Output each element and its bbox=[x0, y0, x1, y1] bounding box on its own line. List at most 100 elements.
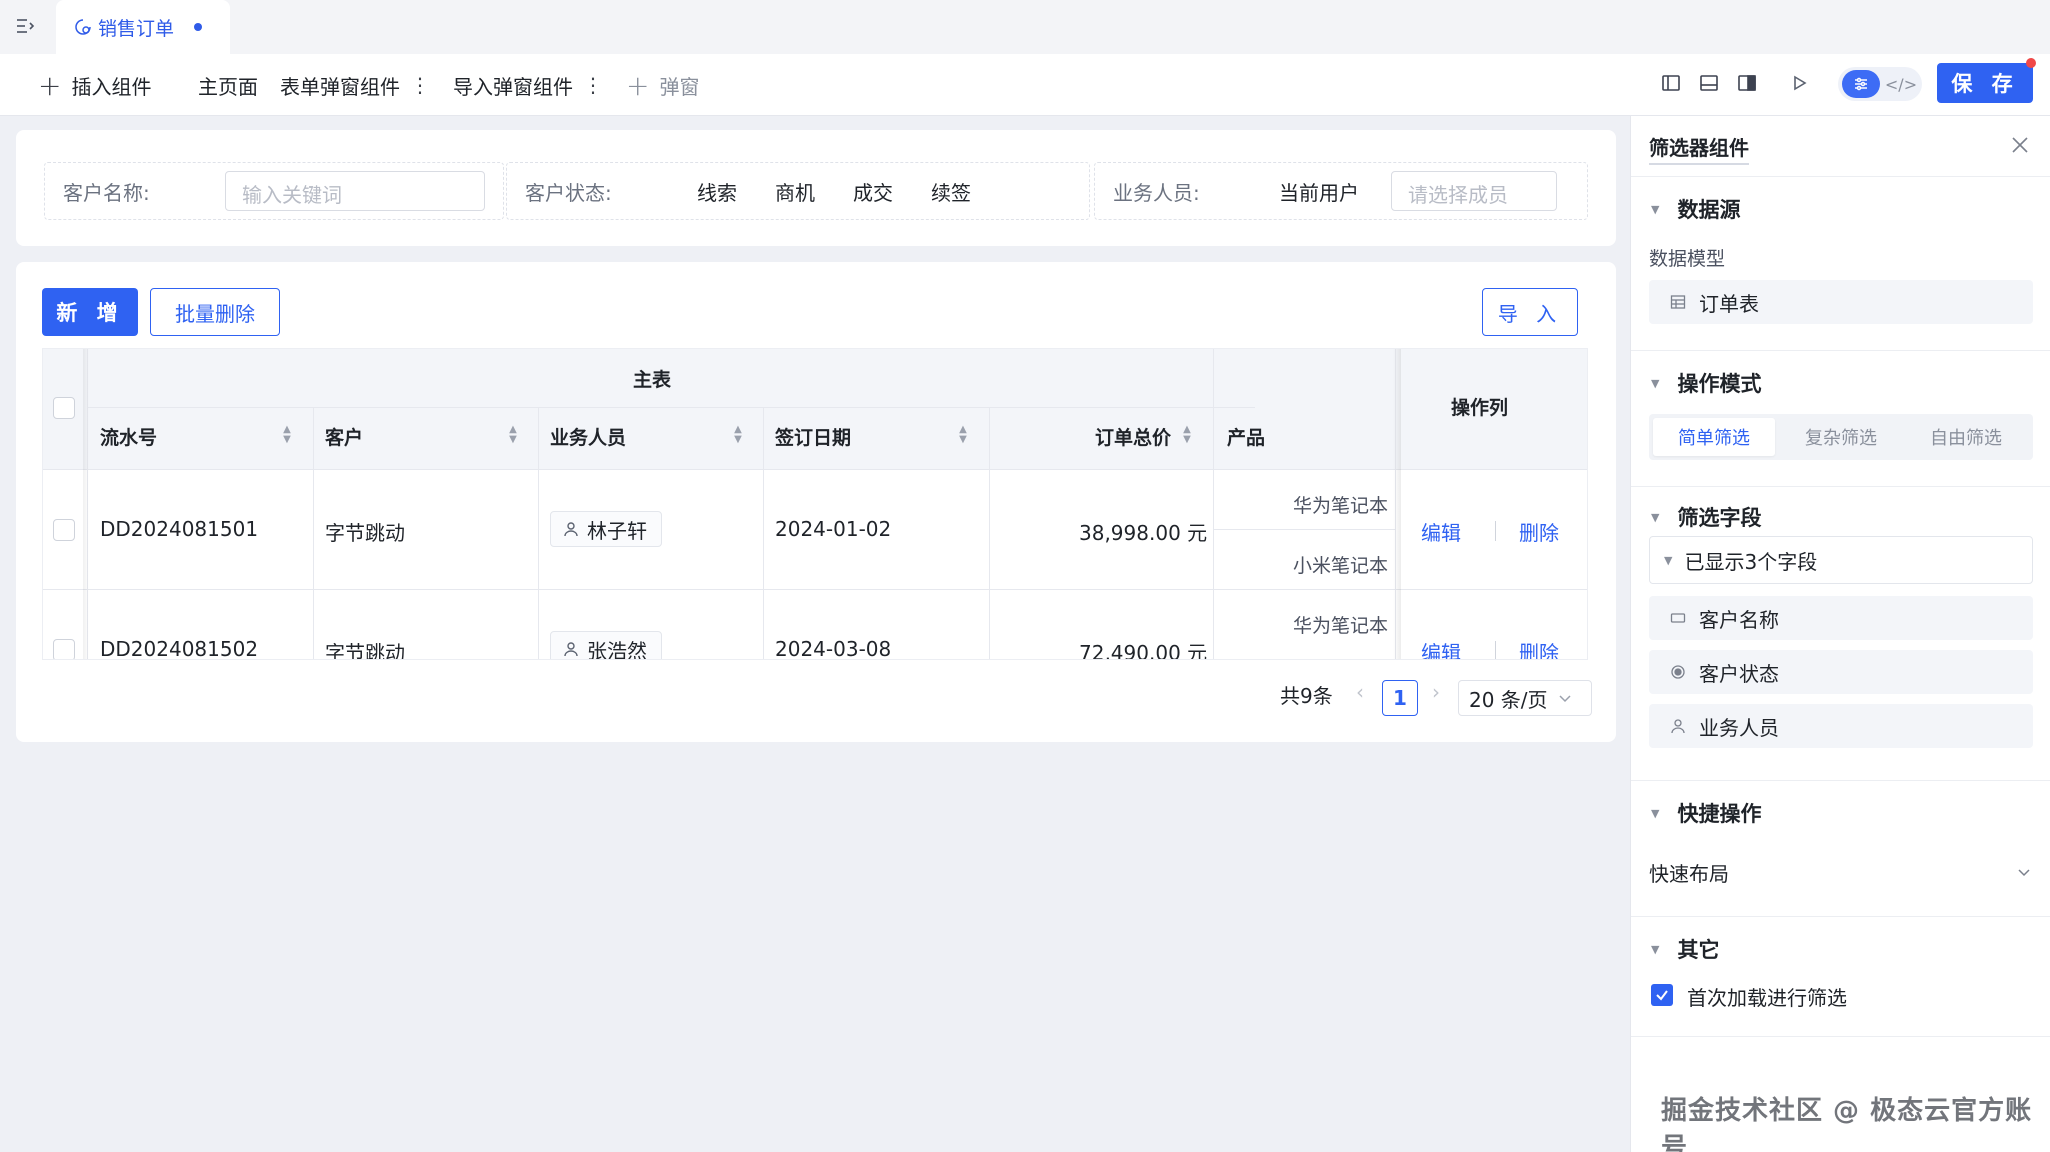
sort-icon[interactable]: ▲ ▼ bbox=[957, 425, 969, 447]
field-item-label: 业务人员 bbox=[1699, 715, 1779, 740]
next-page-icon[interactable]: › bbox=[1432, 680, 1440, 704]
settings-view-icon[interactable] bbox=[1842, 70, 1880, 98]
form-popup-tab[interactable]: 表单弹窗组件 ⋮ bbox=[280, 68, 430, 102]
edit-link[interactable]: 编辑 bbox=[1421, 517, 1461, 546]
data-model-value: 订单表 bbox=[1699, 291, 1759, 316]
add-button[interactable]: 新 增 bbox=[42, 288, 138, 336]
field-item[interactable]: 业务人员 bbox=[1649, 704, 2033, 748]
fields-summary[interactable]: ▼ 已显示3个字段 bbox=[1649, 536, 2033, 584]
cell-serial: DD2024081502 bbox=[100, 637, 259, 660]
properties-panel: 筛选器组件 ▼ 数据源 数据模型 订单表 ▼ 操作模式 简单筛选 复杂筛选 自由… bbox=[1630, 116, 2050, 1152]
section-label: 数据源 bbox=[1677, 198, 1741, 222]
first-load-label[interactable]: 首次加载进行筛选 bbox=[1687, 982, 1847, 1011]
mode-free[interactable]: 自由筛选 bbox=[1905, 418, 2027, 456]
layout-bottom-icon[interactable] bbox=[1696, 70, 1722, 96]
section-label: 操作模式 bbox=[1677, 372, 1762, 396]
section-label: 筛选字段 bbox=[1677, 506, 1762, 530]
radio-icon bbox=[1669, 663, 1687, 681]
first-load-checkbox[interactable] bbox=[1651, 984, 1673, 1006]
row-checkbox[interactable] bbox=[53, 519, 75, 541]
menu-collapse-icon[interactable] bbox=[14, 14, 38, 38]
field-item[interactable]: 客户名称 bbox=[1649, 596, 2033, 640]
close-icon[interactable] bbox=[2009, 134, 2031, 156]
sort-icon[interactable]: ▲ ▼ bbox=[507, 425, 519, 447]
play-icon[interactable] bbox=[1786, 70, 1812, 96]
check-icon bbox=[1656, 990, 1668, 1001]
total-count: 共9条 bbox=[1280, 684, 1333, 708]
quick-layout-label[interactable]: 快速布局 bbox=[1649, 858, 1729, 887]
section-datasource[interactable]: ▼ 数据源 bbox=[1651, 194, 1740, 224]
col-divider bbox=[989, 407, 990, 659]
tab-bar bbox=[0, 0, 2050, 54]
batch-delete-button[interactable]: 批量删除 bbox=[150, 288, 280, 336]
chevron-down-icon bbox=[1559, 695, 1571, 703]
main-page-tab[interactable]: 主页面 bbox=[198, 68, 258, 102]
divider bbox=[1631, 1036, 2050, 1037]
more-vertical-icon[interactable]: ⋮ bbox=[583, 73, 603, 97]
col-customer[interactable]: 客户 bbox=[325, 423, 363, 450]
divider bbox=[1631, 486, 2050, 487]
delete-link[interactable]: 删除 bbox=[1519, 517, 1559, 546]
cell-product: 华为笔记本 bbox=[1293, 615, 1389, 637]
mode-complex[interactable]: 复杂筛选 bbox=[1780, 418, 1902, 456]
select-all-checkbox[interactable] bbox=[53, 397, 75, 419]
fixed-column-shadow bbox=[83, 349, 89, 659]
status-option[interactable]: 商机 bbox=[775, 177, 815, 206]
prev-page-icon[interactable]: ‹ bbox=[1356, 680, 1364, 704]
edit-link[interactable]: 编辑 bbox=[1421, 637, 1461, 659]
caret-down-icon: ▼ bbox=[1651, 376, 1660, 390]
insert-component-button[interactable]: + 插入组件 bbox=[38, 68, 151, 102]
section-fields[interactable]: ▼ 筛选字段 bbox=[1651, 502, 1761, 532]
member-select[interactable]: 请选择成员 bbox=[1391, 171, 1557, 211]
header-divider bbox=[87, 407, 1255, 408]
layout-left-icon[interactable] bbox=[1658, 70, 1684, 96]
filter-customer-name: 客户名称: 输入关键词 bbox=[44, 162, 504, 220]
import-popup-tab[interactable]: 导入弹窗组件 ⋮ bbox=[453, 68, 603, 102]
mode-simple[interactable]: 简单筛选 bbox=[1653, 418, 1775, 456]
import-button[interactable]: 导 入 bbox=[1482, 288, 1578, 336]
cell-customer: 字节跳动 bbox=[325, 641, 405, 660]
more-vertical-icon[interactable]: ⋮ bbox=[410, 73, 430, 97]
layout-right-icon[interactable] bbox=[1734, 70, 1760, 96]
field-item[interactable]: 客户状态 bbox=[1649, 650, 2033, 694]
page-size-select[interactable]: 20 条/页 bbox=[1458, 680, 1592, 716]
col-salesperson[interactable]: 业务人员 bbox=[550, 423, 626, 450]
user-icon bbox=[1669, 717, 1687, 735]
current-user-option[interactable]: 当前用户 bbox=[1279, 177, 1359, 206]
sort-icon[interactable]: ▲ ▼ bbox=[281, 425, 293, 447]
row-checkbox[interactable] bbox=[53, 639, 75, 659]
save-button[interactable]: 保 存 bbox=[1937, 63, 2033, 103]
section-other[interactable]: ▼ 其它 bbox=[1651, 934, 1719, 964]
customer-name-input[interactable]: 输入关键词 bbox=[225, 171, 485, 211]
col-date[interactable]: 签订日期 bbox=[775, 423, 851, 450]
tab-sales-order[interactable]: 销售订单 bbox=[56, 0, 230, 54]
delete-link[interactable]: 删除 bbox=[1519, 637, 1559, 659]
cell-total: 72,490.00 元 bbox=[1079, 641, 1208, 660]
caret-down-icon: ▼ bbox=[1651, 510, 1660, 524]
table-header bbox=[43, 349, 1587, 469]
chevron-down-icon[interactable] bbox=[2017, 864, 2031, 878]
data-model-select[interactable]: 订单表 bbox=[1649, 280, 2033, 324]
salesperson-name: 林子轩 bbox=[587, 518, 647, 543]
mode-segmented-control: 简单筛选 复杂筛选 自由筛选 bbox=[1649, 414, 2033, 460]
page-number[interactable]: 1 bbox=[1382, 680, 1418, 716]
sort-icon[interactable]: ▲ ▼ bbox=[732, 425, 744, 447]
cell-customer: 字节跳动 bbox=[325, 521, 405, 545]
main-page-label: 主页面 bbox=[198, 74, 258, 99]
section-quick[interactable]: ▼ 快捷操作 bbox=[1651, 798, 1761, 828]
caret-down-icon: ▼ bbox=[1651, 806, 1660, 820]
divider bbox=[1631, 916, 2050, 917]
insert-component-label: 插入组件 bbox=[71, 74, 152, 99]
sort-icon[interactable]: ▲ ▼ bbox=[1181, 425, 1193, 447]
status-option[interactable]: 线索 bbox=[697, 177, 737, 206]
col-total[interactable]: 订单总价 bbox=[1095, 423, 1171, 450]
divider bbox=[1631, 350, 2050, 351]
filter-salesperson: 业务人员: 当前用户 请选择成员 bbox=[1094, 162, 1588, 220]
code-view-icon[interactable]: </> bbox=[1884, 70, 1918, 98]
form-popup-label: 表单弹窗组件 bbox=[280, 74, 400, 99]
status-option[interactable]: 续签 bbox=[931, 177, 971, 206]
col-serial[interactable]: 流水号 bbox=[100, 423, 157, 450]
section-mode[interactable]: ▼ 操作模式 bbox=[1651, 368, 1761, 398]
add-popup-button[interactable]: + 弹窗 bbox=[626, 68, 699, 102]
status-option[interactable]: 成交 bbox=[853, 177, 893, 206]
